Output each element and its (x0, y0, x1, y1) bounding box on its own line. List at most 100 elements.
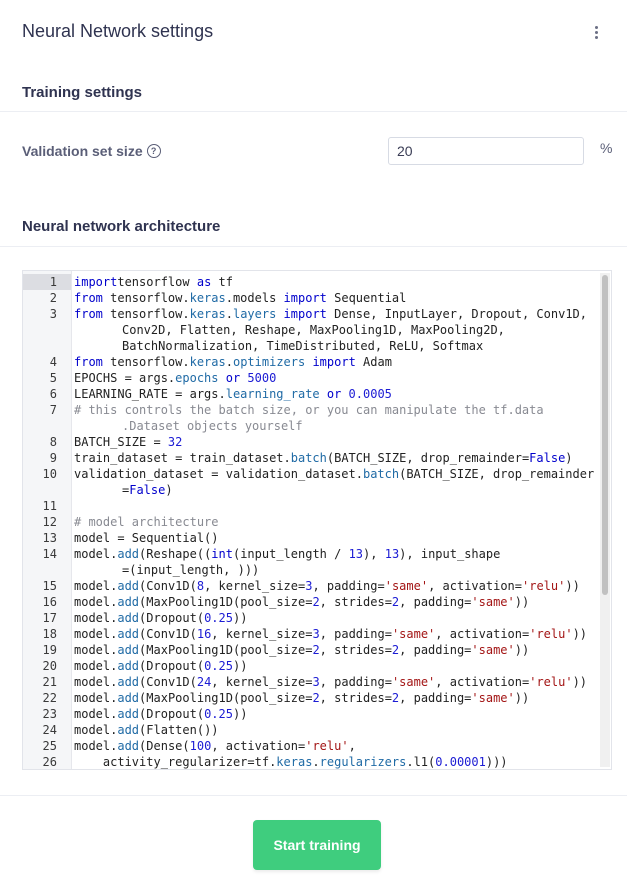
code-content[interactable]: 1 importtensorflow as tf 2 from tensorflow.… (23, 274, 599, 769)
code-token: (Flatten()) (139, 723, 219, 737)
code-token: Dense, InputLayer, Dropout, Conv1D, (326, 307, 587, 321)
code-line[interactable]: 10 validation_dataset = validation_datase… (23, 466, 599, 482)
code-token: model. (74, 643, 118, 657)
line-number (23, 482, 57, 498)
code-token: 0.25 (204, 611, 233, 625)
code-token: 2 (312, 643, 320, 657)
line-number: 14 (42, 547, 57, 561)
code-line[interactable]: 19 model.add(MaxPooling1D(pool_size=2, st… (23, 642, 599, 658)
code-line[interactable]: 26 activity_regularizer=tf.keras.regular… (23, 754, 599, 769)
code-token: , strides= (319, 691, 392, 705)
code-line[interactable]: 2 from tensorflow.keras.models import Seq… (23, 290, 599, 306)
code-token: import (276, 307, 327, 321)
code-token: batch (362, 467, 400, 481)
code-token: 13 (348, 547, 364, 561)
editor-scrollbar-thumb[interactable] (602, 275, 608, 595)
code-text: model = Sequential() (57, 530, 219, 546)
code-line[interactable]: 5 EPOCHS = args.epochs or 5000 (23, 370, 599, 386)
code-token: 'same' (384, 579, 429, 593)
code-token: add (117, 691, 140, 705)
code-token: (Dropout( (139, 659, 205, 673)
code-line[interactable]: 12 # model architecture (23, 514, 599, 530)
divider (0, 246, 627, 247)
code-line[interactable]: 6 LEARNING_RATE = args.learning_rate or 0… (23, 386, 599, 402)
code-text: model.add(Conv1D(16, kernel_size=3, padd… (57, 626, 587, 642)
code-token: 'relu' (305, 739, 349, 753)
line-number: 10 (42, 467, 57, 481)
code-token: model. (74, 547, 118, 561)
validation-set-size-input[interactable] (388, 137, 584, 165)
code-line[interactable]: 22 model.add(MaxPooling1D(pool_size=2, st… (23, 690, 599, 706)
line-number: 11 (42, 499, 57, 513)
code-token: (MaxPooling1D(pool_size= (139, 691, 313, 705)
code-text: validation_dataset = validation_dataset.… (57, 466, 594, 482)
code-line[interactable]: 8 BATCH_SIZE = 32 (23, 434, 599, 450)
code-line[interactable]: 23 model.add(Dropout(0.25)) (23, 706, 599, 722)
code-token: validation_dataset = validation_dataset. (74, 467, 363, 481)
line-number: 26 (42, 755, 57, 769)
line-number: 5 (49, 371, 57, 385)
code-text: EPOCHS = args.epochs or 5000 (57, 370, 276, 386)
code-line[interactable]: 11 (23, 498, 599, 514)
code-token: model = Sequential() (74, 531, 219, 545)
code-line[interactable]: 14 model.add(Reshape((int(input_length / … (23, 546, 599, 562)
code-token: False (129, 483, 166, 497)
code-line[interactable]: 4 from tensorflow.keras.optimizers import… (23, 354, 599, 370)
code-line[interactable]: 20 model.add(Dropout(0.25)) (23, 658, 599, 674)
code-line[interactable]: 17 model.add(Dropout(0.25)) (23, 610, 599, 626)
code-line[interactable]: =False) (23, 482, 599, 498)
code-token: model. (74, 611, 118, 625)
code-editor[interactable]: 1 importtensorflow as tf 2 from tensorflow.… (22, 270, 612, 770)
code-line[interactable]: .Dataset objects yourself (23, 418, 599, 434)
code-line[interactable]: 13 model = Sequential() (23, 530, 599, 546)
code-line[interactable]: 3 from tensorflow.keras.layers import Den… (23, 306, 599, 322)
code-line[interactable]: =(input_length, ))) (23, 562, 599, 578)
code-token: 'relu' (529, 627, 573, 641)
code-token: batch (290, 451, 327, 465)
code-token: )) (232, 707, 248, 721)
code-line[interactable]: 21 model.add(Conv1D(24, kernel_size=3, pa… (23, 674, 599, 690)
code-token: 0.25 (204, 707, 233, 721)
code-token: int (211, 547, 233, 561)
code-text: model.add(Flatten()) (57, 722, 219, 738)
code-token: 'same' (391, 627, 436, 641)
code-token: ) (565, 451, 573, 465)
code-token: 3 (312, 627, 320, 641)
start-training-button[interactable]: Start training (253, 820, 381, 870)
code-token: )) (514, 595, 530, 609)
code-line[interactable]: 7 # this controls the batch size, or you … (23, 402, 599, 418)
code-line[interactable]: 25 model.add(Dense(100, activation='relu'… (23, 738, 599, 754)
line-number: 21 (42, 675, 57, 689)
code-token: . (312, 755, 320, 769)
code-line[interactable]: 9 train_dataset = train_dataset.batch(BAT… (23, 450, 599, 466)
code-line[interactable]: Conv2D, Flatten, Reshape, MaxPooling1D, … (23, 322, 599, 338)
kebab-menu-icon[interactable] (589, 26, 603, 44)
code-token: , activation= (435, 627, 530, 641)
code-line[interactable]: 24 model.add(Flatten()) (23, 722, 599, 738)
code-text: model.add(MaxPooling1D(pool_size=2, stri… (57, 594, 529, 610)
line-number: 8 (49, 435, 57, 449)
line-number: 7 (49, 403, 57, 417)
question-circle-icon[interactable]: ? (146, 144, 161, 158)
code-line[interactable]: BatchNormalization, TimeDistributed, ReL… (23, 338, 599, 354)
code-token: )) (572, 675, 588, 689)
line-number: 6 (49, 387, 57, 401)
line-number: 24 (42, 723, 57, 737)
code-line[interactable]: 16 model.add(MaxPooling1D(pool_size=2, st… (23, 594, 599, 610)
code-token: , (348, 739, 356, 753)
code-line[interactable]: 18 model.add(Conv1D(16, kernel_size=3, pa… (23, 626, 599, 642)
code-text: BatchNormalization, TimeDistributed, ReL… (57, 338, 483, 354)
code-token: , padding= (312, 579, 385, 593)
code-token: 2 (312, 595, 320, 609)
code-line[interactable]: 1 importtensorflow as tf (23, 274, 599, 290)
code-token: epochs (175, 371, 219, 385)
code-token: )) (572, 627, 588, 641)
line-number (23, 418, 57, 434)
code-token: layers (232, 307, 277, 321)
code-token: tensorflow. (102, 291, 190, 305)
code-token: 'same' (471, 691, 515, 705)
editor-scrollbar[interactable] (600, 273, 610, 767)
code-token: tensorflow (117, 275, 197, 289)
code-line[interactable]: 15 model.add(Conv1D(8, kernel_size=3, pad… (23, 578, 599, 594)
line-number: 22 (42, 691, 57, 705)
